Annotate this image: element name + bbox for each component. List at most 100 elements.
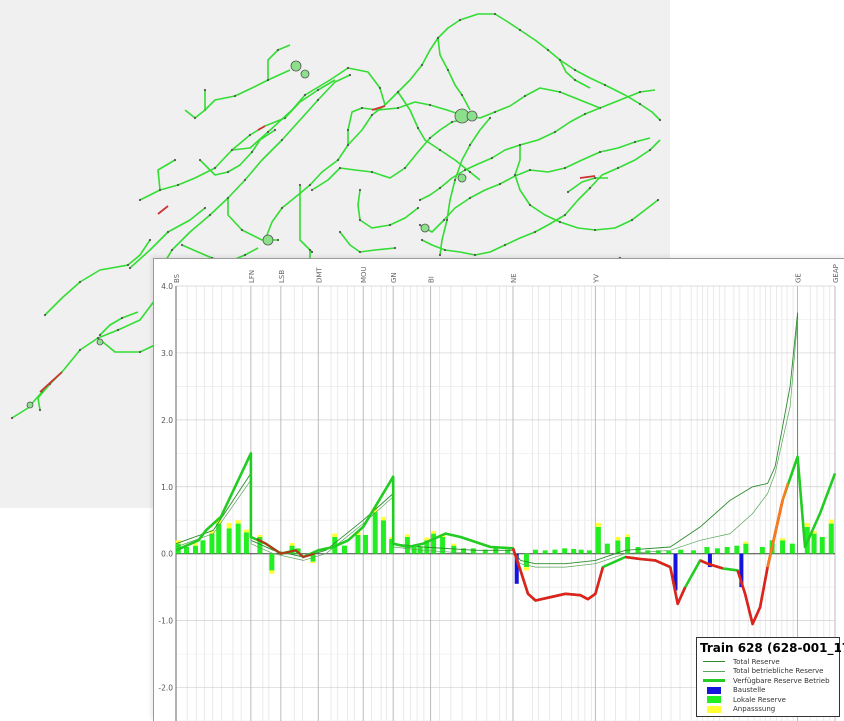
map-node [180, 243, 184, 247]
legend-title: Train 628 (628-001_17) [700, 641, 844, 655]
map-node [533, 230, 537, 234]
map-route-12 [299, 185, 313, 253]
series-line-2 [175, 452, 837, 626]
bar-lokal-3 [200, 540, 206, 554]
map-node [528, 168, 532, 172]
map-node [358, 188, 362, 192]
map-red-segment-2 [579, 175, 596, 179]
map-node [378, 86, 382, 90]
map-node [460, 93, 464, 97]
map-red-segment-3 [257, 125, 266, 131]
station-label-yv: YV [592, 274, 600, 284]
bar-lokal-10 [269, 553, 275, 571]
legend-item-verfuegbare-reserve: Verfügbare Reserve Betrieb [697, 676, 839, 686]
map-node [338, 230, 342, 234]
legend-item-total-betriebliche-reserve: Total betriebliche Reserve [697, 667, 839, 677]
bar-lokal-42 [604, 543, 610, 554]
map-node [648, 148, 652, 152]
map-node [658, 118, 662, 122]
map-node [473, 253, 477, 257]
bar-lokal-37 [562, 548, 568, 554]
map-node [308, 183, 312, 187]
legend-item-total-reserve: Total Reserve [697, 657, 839, 667]
map-node [428, 136, 432, 140]
map-node [428, 103, 432, 107]
bar-lokal-18 [372, 512, 378, 554]
bar-lokal-29 [470, 548, 476, 554]
bar-anpassung-55 [743, 541, 749, 544]
map-node [573, 68, 577, 72]
map-hub [262, 234, 274, 246]
chart-legend: Train 628 (628-001_17) Total Reserve Tot… [696, 637, 844, 717]
bar-lokal-2 [192, 545, 198, 554]
station-label-mou: MOU [360, 266, 368, 283]
bar-lokal-8 [243, 532, 249, 554]
bar-lokal-7 [235, 523, 241, 554]
bar-anpassung-63 [828, 519, 834, 524]
map-node [438, 253, 442, 257]
bar-lokal-15 [341, 545, 347, 554]
map-node [450, 120, 454, 124]
map-node [310, 250, 314, 254]
map-route-8 [227, 198, 278, 241]
bar-lokal-22 [411, 547, 417, 554]
map-node [442, 218, 446, 222]
map-node [148, 238, 152, 242]
map-hub [300, 69, 310, 79]
map-node [360, 106, 364, 110]
bar-lokal-48 [666, 551, 672, 554]
map-node [213, 166, 217, 170]
map-node [203, 88, 207, 92]
map-node [98, 333, 102, 337]
map-node [418, 223, 422, 227]
bar-lokal-40 [586, 550, 592, 554]
legend-swatch-verfuegbare-reserve [703, 679, 725, 683]
map-node [346, 66, 350, 70]
bar-lokal-4 [209, 533, 215, 554]
map-node [523, 94, 527, 98]
map-node [173, 158, 177, 162]
map-hub [26, 401, 34, 409]
map-node [558, 58, 562, 62]
map-node [420, 63, 424, 67]
map-node [396, 106, 400, 110]
bar-anpassung-60 [804, 522, 810, 527]
map-route-22 [357, 189, 419, 229]
map-node [558, 90, 562, 94]
map-node [38, 408, 42, 412]
map-hub [420, 223, 430, 233]
map-node [176, 183, 180, 187]
map-node [446, 68, 450, 72]
map-node [316, 88, 320, 92]
map-node [513, 173, 517, 177]
map-node [138, 198, 142, 202]
map-node [128, 266, 132, 270]
map-hub [457, 173, 467, 183]
map-node [583, 112, 587, 116]
y-tick-label: -1.0 [158, 617, 173, 626]
map-route-23 [437, 37, 471, 111]
map-route-18 [421, 139, 661, 256]
legend-label-verfuegbare-reserve: Verfügbare Reserve Betrieb [733, 676, 830, 685]
map-node [226, 196, 230, 200]
map-hub [466, 110, 478, 122]
map-node [226, 170, 230, 174]
station-label-bs: BS [173, 273, 181, 283]
series-dip-segment [256, 538, 315, 559]
legend-swatch-total-reserve [703, 661, 725, 663]
bar-anpassung-44 [625, 534, 631, 537]
map-node [116, 328, 120, 332]
bar-lokal-39 [578, 549, 584, 554]
bar-lokal-41 [595, 526, 601, 554]
y-tick-label: 3.0 [161, 349, 173, 358]
map-node [616, 166, 620, 170]
map-node [563, 166, 567, 170]
map-node [280, 206, 284, 210]
bar-anpassung-19 [380, 516, 386, 521]
map-node [593, 228, 597, 232]
map-node [120, 316, 124, 320]
map-node [370, 170, 374, 174]
bar-lokal-38 [571, 549, 577, 554]
map-node [203, 206, 207, 210]
legend-label-total-betriebliche-reserve: Total betriebliche Reserve [733, 667, 824, 676]
